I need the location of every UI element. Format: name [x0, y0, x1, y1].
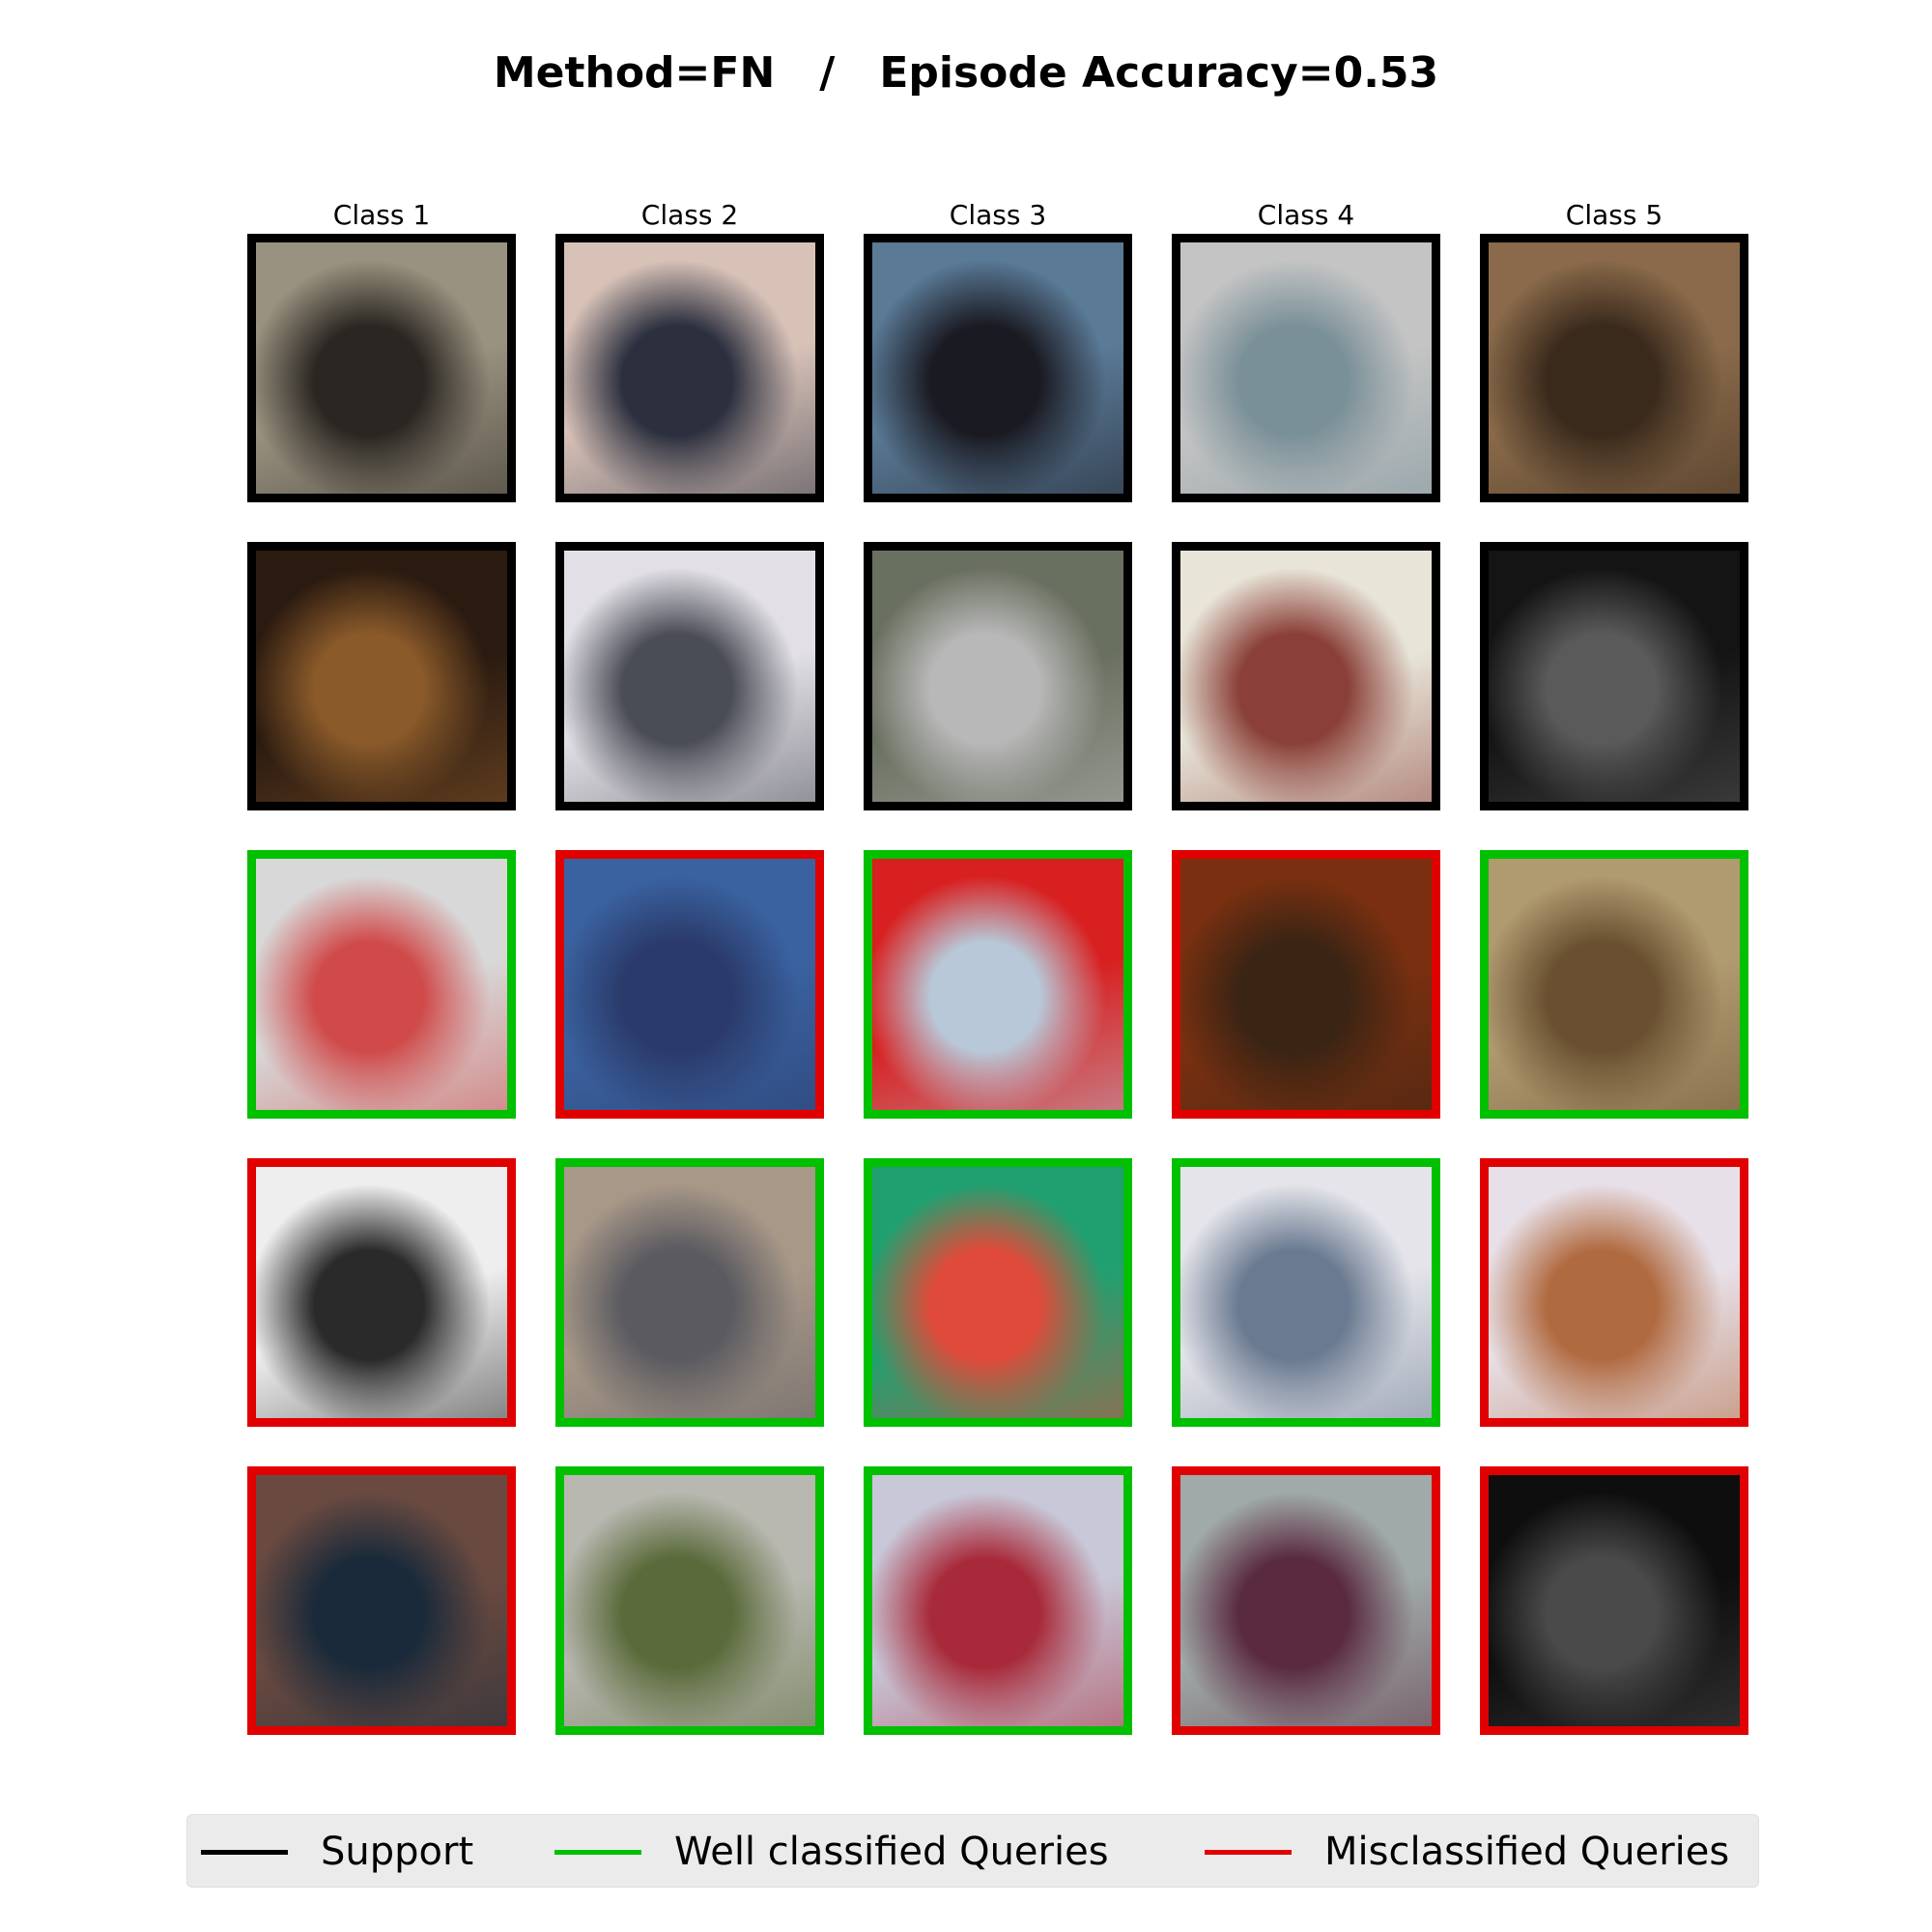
tile-row2-col5-support [1480, 542, 1748, 810]
airplane-takeoff-thumbnail [564, 242, 815, 494]
tile-row4-col4-correct [1172, 1158, 1440, 1427]
tile-row1-col1-support [247, 234, 516, 502]
dark-brown-mouse-thumbnail [256, 551, 507, 802]
blue-blurry-plane-thumbnail [564, 859, 815, 1110]
legend-label-wrong: Misclassified Queries [1324, 1830, 1730, 1874]
tile-row3-col3-correct [864, 850, 1132, 1119]
tile-row5-col5-wrong [1480, 1466, 1748, 1735]
tile-row4-col3-correct [864, 1158, 1132, 1427]
tile-row3-col1-correct [247, 850, 516, 1119]
legend-line-wrong [1205, 1849, 1292, 1855]
legend-label-support: Support [321, 1830, 474, 1874]
class-label-3: Class 3 [949, 199, 1047, 231]
blurry-plane-thumbnail [564, 1167, 815, 1418]
class-label-4: Class 4 [1257, 199, 1355, 231]
class-label-1: Class 1 [332, 199, 431, 231]
green-red-bus-thumbnail [872, 1167, 1123, 1418]
jumbo-jet-thumbnail [564, 551, 815, 802]
pixelated-bus-thumbnail [872, 1475, 1123, 1726]
white-mouse-thumbnail [256, 1167, 507, 1418]
legend-item-support: Support [201, 1815, 473, 1889]
bus-with-person-thumbnail [872, 242, 1123, 494]
tile-row3-col5-correct [1480, 850, 1748, 1119]
white-object-thumbnail [1180, 551, 1432, 802]
tile-row2-col3-support [864, 542, 1132, 810]
tile-row5-col4-wrong [1172, 1466, 1440, 1735]
silver-mouse-thumbnail [256, 859, 507, 1110]
legend-label-correct: Well classified Queries [674, 1830, 1109, 1874]
beige-fridge-thumbnail [1489, 859, 1740, 1110]
tile-row3-col4-wrong [1172, 850, 1440, 1119]
blurry-purple-thumbnail [1180, 1475, 1432, 1726]
tile-row5-col1-wrong [247, 1466, 516, 1735]
blurry-gray-thumbnail [1180, 242, 1432, 494]
tile-row5-col3-correct [864, 1466, 1132, 1735]
legend-item-wrong: Misclassified Queries [1205, 1815, 1729, 1889]
episode-grid: Class 1 Class 2 Class 3 Class 4 Class 5 [0, 0, 1932, 1739]
tile-row4-col1-wrong [247, 1158, 516, 1427]
open-fridge-thumbnail [1489, 1167, 1740, 1418]
blurry-dark-mouse-thumbnail [256, 242, 507, 494]
tile-row4-col5-wrong [1480, 1158, 1748, 1427]
tile-row1-col2-support [555, 234, 824, 502]
steel-fridge-thumbnail [1489, 242, 1740, 494]
fingers-on-mouse-thumbnail [256, 1475, 507, 1726]
legend: Support Well classified Queries Misclass… [186, 1814, 1759, 1888]
tile-row1-col3-support [864, 234, 1132, 502]
legend-item-correct: Well classified Queries [554, 1815, 1109, 1889]
red-double-decker-thumbnail [872, 859, 1123, 1110]
class-label-2: Class 2 [640, 199, 739, 231]
brown-dark-object-thumbnail [1180, 859, 1432, 1110]
tile-row1-col4-support [1172, 234, 1440, 502]
tile-row4-col2-correct [555, 1158, 824, 1427]
tile-row2-col4-support [1172, 542, 1440, 810]
tile-row3-col2-wrong [555, 850, 824, 1119]
legend-line-correct [554, 1849, 641, 1855]
cloudy-gray-thumbnail [1180, 1167, 1432, 1418]
tile-row1-col5-support [1480, 234, 1748, 502]
dark-fridge-thumbnail [1489, 551, 1740, 802]
dark-gray-thumbnail [1489, 1475, 1740, 1726]
tile-row2-col2-support [555, 542, 824, 810]
tile-row2-col1-support [247, 542, 516, 810]
parked-plane-thumbnail [564, 1475, 815, 1726]
legend-line-support [201, 1849, 288, 1855]
tile-row5-col2-correct [555, 1466, 824, 1735]
class-label-5: Class 5 [1565, 199, 1663, 231]
blurry-bus-thumbnail [872, 551, 1123, 802]
